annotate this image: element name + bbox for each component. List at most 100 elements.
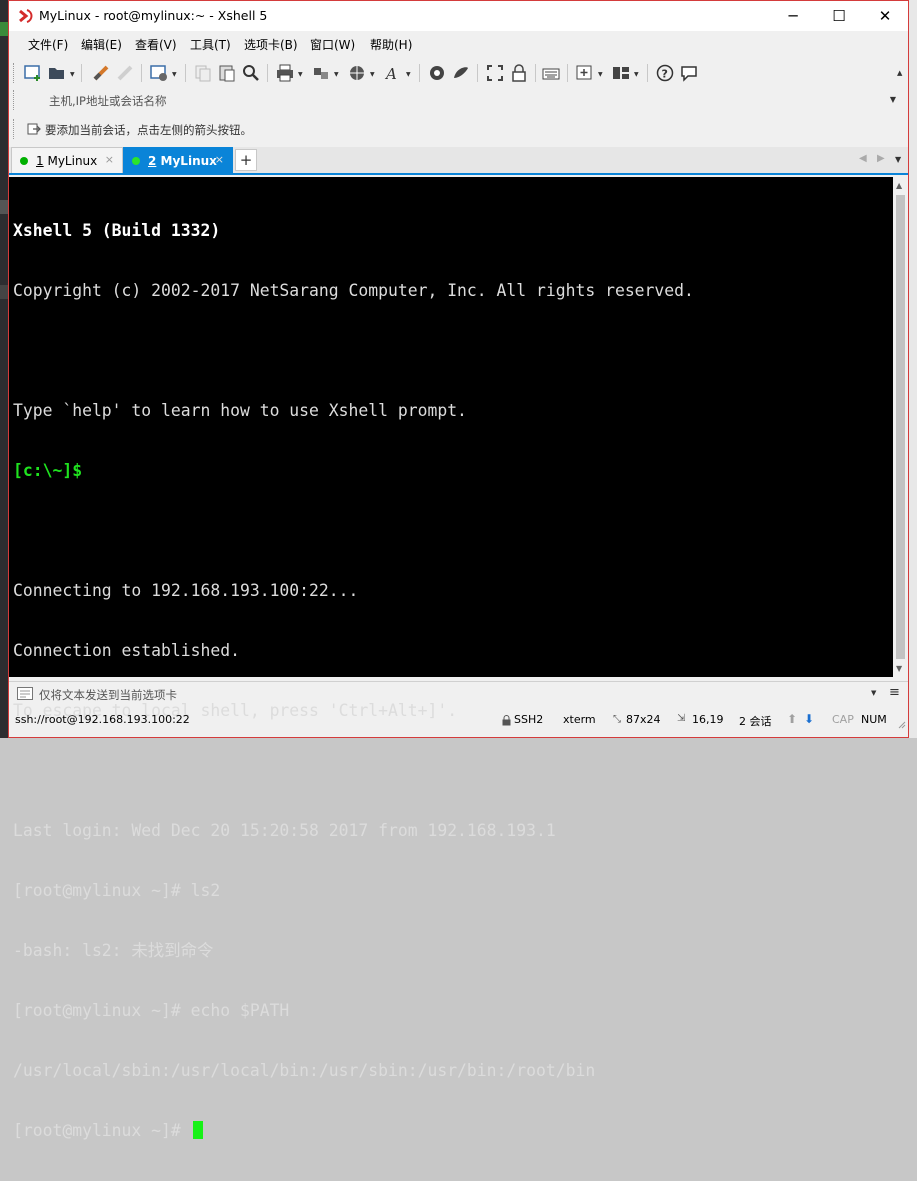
disconnect-icon[interactable] xyxy=(115,63,135,83)
chevron-down-icon[interactable]: ▼ xyxy=(634,71,639,78)
minimize-button[interactable]: ─ xyxy=(770,1,816,31)
toolbar-separator xyxy=(535,64,536,82)
fullscreen-icon[interactable] xyxy=(485,63,505,83)
scroll-up-icon[interactable]: ▲ xyxy=(896,181,902,190)
terminal-size-status: 87x24 xyxy=(626,713,661,726)
chat-icon[interactable] xyxy=(679,63,699,83)
print-icon[interactable] xyxy=(275,63,295,83)
chevron-down-icon[interactable]: ▼ xyxy=(598,71,603,78)
toolbar-separator xyxy=(185,64,186,82)
toolbar-separator xyxy=(81,64,82,82)
resize-grip-icon[interactable] xyxy=(896,719,906,729)
terminal-line: [root@mylinux ~]# ls2 xyxy=(13,881,221,900)
terminal-cursor xyxy=(192,1121,203,1139)
menu-tools[interactable]: 工具(T) xyxy=(190,36,231,53)
address-bar[interactable]: 主机,IP地址或会话名称 ▼ xyxy=(13,90,900,110)
font-icon[interactable]: A xyxy=(383,63,403,83)
toolbar-grip[interactable] xyxy=(13,63,17,83)
toolbar-separator xyxy=(567,64,568,82)
toolbar-separator xyxy=(647,64,648,82)
chevron-down-icon[interactable]: ▼ xyxy=(890,95,896,104)
resize-icon: ⤡ xyxy=(613,714,621,725)
terminal-line: [root@mylinux ~]# echo $PATH xyxy=(13,1001,290,1020)
layout-icon[interactable] xyxy=(611,63,631,83)
scroll-down-icon[interactable]: ▼ xyxy=(896,664,902,673)
properties-icon[interactable] xyxy=(149,63,169,83)
tab-bar: 1 MyLinux × 2 MyLinux × + ◀ ▶ ▼ xyxy=(9,147,908,175)
toolbar-separator xyxy=(267,64,268,82)
window-title: MyLinux - root@mylinux:~ - Xshell 5 xyxy=(39,8,268,23)
find-icon[interactable] xyxy=(241,63,261,83)
terminal-scrollbar[interactable]: ▲ ▼ xyxy=(893,177,908,677)
download-arrow-icon: ⬇ xyxy=(804,712,815,726)
menu-window[interactable]: 窗口(W) xyxy=(310,36,355,53)
connect-icon[interactable] xyxy=(91,63,111,83)
terminal-prompt-line: [root@mylinux ~]# xyxy=(13,1121,694,1141)
tab-prev-icon[interactable]: ◀ xyxy=(859,153,867,164)
cursor-position-icon: ⇲ xyxy=(677,713,686,724)
menu-edit[interactable]: 编辑(E) xyxy=(81,36,122,53)
address-input[interactable]: 主机,IP地址或会话名称 xyxy=(49,93,166,109)
toolbar-overflow-icon[interactable]: ▲ xyxy=(897,69,902,77)
hint-text: 要添加当前会话，点击左侧的箭头按钮。 xyxy=(45,123,252,137)
tab-label: 2 MyLinux xyxy=(148,154,217,168)
chevron-down-icon[interactable]: ▼ xyxy=(370,71,375,78)
menu-view[interactable]: 查看(V) xyxy=(135,36,177,53)
transfer-icon[interactable] xyxy=(311,63,331,83)
toolbar-separator xyxy=(477,64,478,82)
tab-list-icon[interactable]: ▼ xyxy=(895,155,901,164)
chevron-down-icon[interactable]: ▼ xyxy=(871,689,876,697)
title-bar[interactable]: MyLinux - root@mylinux:~ - Xshell 5 ─ ☐ … xyxy=(9,1,908,31)
chevron-down-icon[interactable]: ▼ xyxy=(298,71,303,78)
scrollbar-thumb[interactable] xyxy=(896,195,905,659)
compose-bar[interactable]: 仅将文本发送到当前选项卡 ▼ ≡ xyxy=(9,681,908,705)
session-count-status: 2 会话 xyxy=(739,715,772,728)
close-button[interactable]: ✕ xyxy=(862,1,908,31)
hint-bar-grip[interactable] xyxy=(13,119,17,139)
script-icon[interactable] xyxy=(451,63,471,83)
terminal-prompt: [root@mylinux ~]# xyxy=(13,1121,191,1140)
connected-status-icon xyxy=(20,157,28,165)
add-session-arrow-icon[interactable] xyxy=(27,122,41,136)
menu-file[interactable]: 文件(F) xyxy=(28,36,68,53)
desktop-edge xyxy=(909,0,917,738)
menu-help[interactable]: 帮助(H) xyxy=(370,36,412,53)
chevron-down-icon[interactable]: ▼ xyxy=(172,71,177,78)
compose-menu-icon[interactable]: ≡ xyxy=(889,685,900,700)
chevron-down-icon[interactable]: ▼ xyxy=(70,71,75,78)
globe-icon[interactable] xyxy=(347,63,367,83)
tab-close-icon[interactable]: × xyxy=(105,153,114,166)
tab-session-2[interactable]: 2 MyLinux × xyxy=(123,147,233,173)
xftp-icon[interactable] xyxy=(427,63,447,83)
compose-target-label: 仅将文本发送到当前选项卡 xyxy=(39,688,177,702)
tab-session-1[interactable]: 1 MyLinux × xyxy=(11,147,123,173)
terminal-line: Copyright (c) 2002-2017 NetSarang Comput… xyxy=(13,281,694,300)
caps-lock-indicator: CAP xyxy=(832,713,854,726)
menu-tab[interactable]: 选项卡(B) xyxy=(244,36,298,53)
add-tab-button[interactable]: + xyxy=(235,149,257,171)
terminal-line: Connecting to 192.168.193.100:22... xyxy=(13,581,359,600)
compose-icon[interactable] xyxy=(17,687,33,700)
terminal-line: Xshell 5 (Build 1332) xyxy=(13,221,221,240)
chevron-down-icon[interactable]: ▼ xyxy=(334,71,339,78)
status-bar: ssh://root@192.168.193.100:22 SSH2 xterm… xyxy=(9,709,908,731)
open-folder-icon[interactable] xyxy=(47,63,67,83)
help-icon[interactable]: ? xyxy=(655,63,675,83)
lock-icon[interactable] xyxy=(509,63,529,83)
new-session-icon[interactable] xyxy=(23,63,43,83)
tab-next-icon[interactable]: ▶ xyxy=(877,153,885,164)
copy-icon[interactable] xyxy=(193,63,213,83)
address-bar-grip[interactable] xyxy=(13,90,14,110)
terminal-area[interactable]: Xshell 5 (Build 1332) Copyright (c) 2002… xyxy=(9,177,893,1140)
toolbar: ▼ ▼ ▼ ▼ ▼ A ▼ ▼ ▼ ? ▲ xyxy=(9,59,908,87)
new-tab-icon[interactable] xyxy=(575,63,595,83)
chevron-down-icon[interactable]: ▼ xyxy=(406,71,411,78)
tab-close-icon[interactable]: × xyxy=(215,153,224,166)
terminal-line: Connection established. xyxy=(13,641,240,660)
paste-icon[interactable] xyxy=(217,63,237,83)
maximize-button[interactable]: ☐ xyxy=(816,1,862,31)
keyboard-icon[interactable] xyxy=(541,63,561,83)
svg-text:A: A xyxy=(384,65,397,83)
